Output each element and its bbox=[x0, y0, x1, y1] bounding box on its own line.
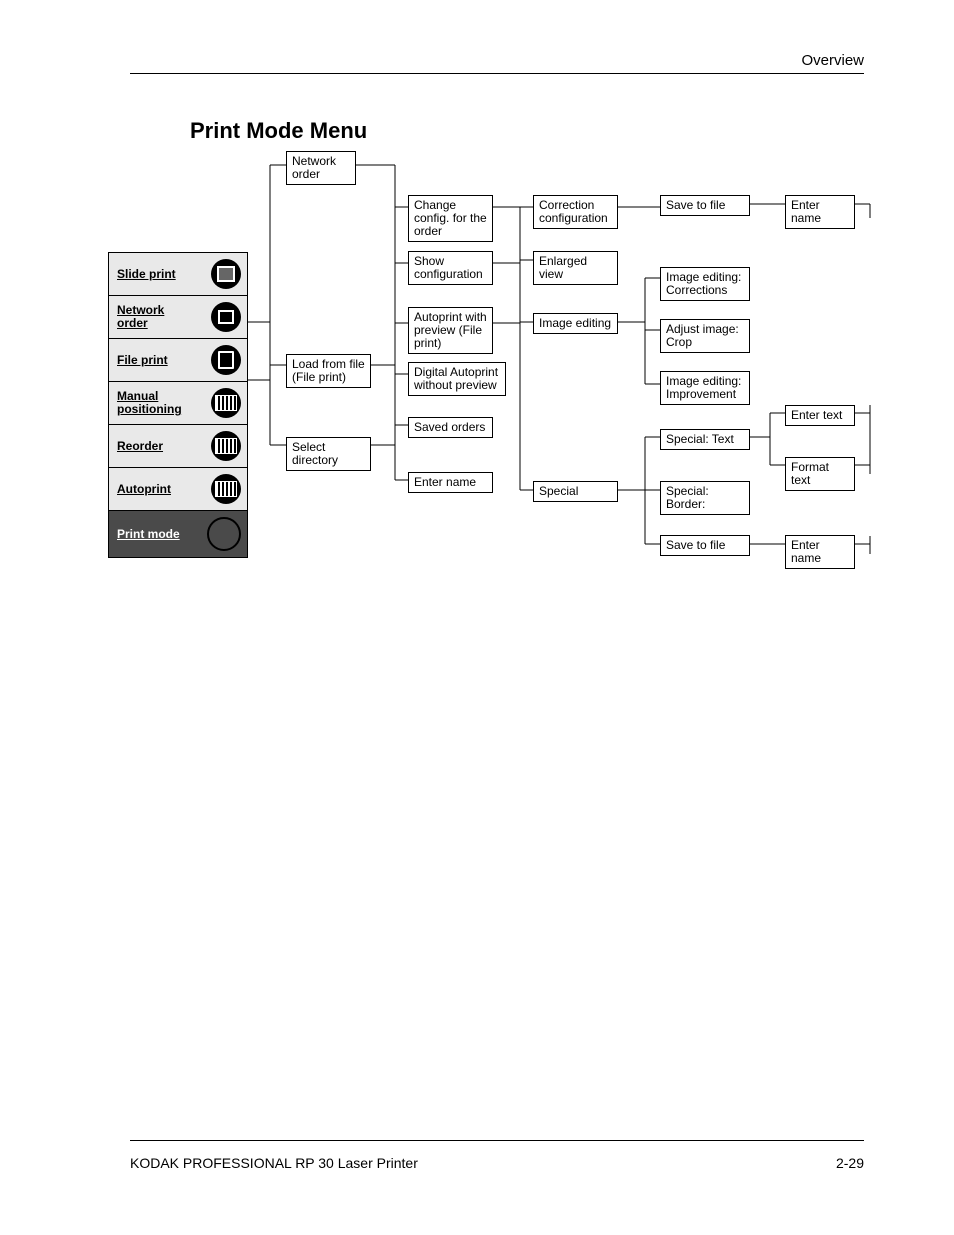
node-enter-name-1: Enter name bbox=[785, 195, 855, 229]
node-save-to-file-2: Save to file bbox=[660, 535, 750, 556]
node-digital-autoprint: Digital Autoprint without preview bbox=[408, 362, 506, 396]
sidebar-label: Network order bbox=[117, 304, 195, 330]
node-correction-config: Correction configuration bbox=[533, 195, 618, 229]
disk-icon bbox=[211, 345, 241, 375]
sidebar-label: Manual positioning bbox=[117, 390, 195, 416]
node-enter-text: Enter text bbox=[785, 405, 855, 426]
sidebar-item-slide-print[interactable]: Slide print bbox=[109, 253, 247, 296]
film-icon bbox=[211, 388, 241, 418]
footer-rule bbox=[130, 1140, 864, 1141]
node-format-text: Format text bbox=[785, 457, 855, 491]
node-image-editing-corrections: Image editing: Corrections bbox=[660, 267, 750, 301]
sidebar-item-network-order[interactable]: Network order bbox=[109, 296, 247, 339]
sidebar-label: Print mode bbox=[117, 528, 180, 541]
sidebar-item-manual-positioning[interactable]: Manual positioning bbox=[109, 382, 247, 425]
sidebar-label: Reorder bbox=[117, 440, 163, 453]
sidebar-item-file-print[interactable]: File print bbox=[109, 339, 247, 382]
page-title: Print Mode Menu bbox=[190, 118, 367, 144]
node-special: Special bbox=[533, 481, 618, 502]
node-special-text: Special: Text bbox=[660, 429, 750, 450]
header-rule bbox=[130, 73, 864, 74]
sidebar-label: Slide print bbox=[117, 268, 176, 281]
sidebar-label: File print bbox=[117, 354, 168, 367]
node-load-from-file: Load from file (File print) bbox=[286, 354, 371, 388]
node-change-config: Change config. for the order bbox=[408, 195, 493, 242]
node-network-order: Network order bbox=[286, 151, 356, 185]
node-saved-orders: Saved orders bbox=[408, 417, 493, 438]
footer-left: KODAK PROFESSIONAL RP 30 Laser Printer bbox=[130, 1155, 418, 1171]
computer-icon bbox=[211, 302, 241, 332]
node-special-border: Special: Border: bbox=[660, 481, 750, 515]
node-image-editing-improvement: Image editing: Improvement bbox=[660, 371, 750, 405]
sidebar-item-autoprint[interactable]: Autoprint bbox=[109, 468, 247, 511]
sidebar-label: Autoprint bbox=[117, 483, 171, 496]
document-page: Overview Print Mode Menu Slide print Net… bbox=[0, 0, 954, 1235]
node-autoprint-preview: Autoprint with preview (File print) bbox=[408, 307, 493, 354]
sidebar-item-print-mode[interactable]: Print mode bbox=[109, 511, 247, 557]
sidebar-item-reorder[interactable]: Reorder bbox=[109, 425, 247, 468]
node-select-directory: Select directory bbox=[286, 437, 371, 471]
footer-right: 2-29 bbox=[836, 1155, 864, 1171]
node-adjust-image-crop: Adjust image: Crop bbox=[660, 319, 750, 353]
sidebar-panel: Slide print Network order File print Man… bbox=[108, 252, 248, 558]
monitor-icon bbox=[211, 259, 241, 289]
node-image-editing: Image editing bbox=[533, 313, 618, 334]
running-header: Overview bbox=[801, 52, 864, 69]
node-save-to-file: Save to file bbox=[660, 195, 750, 216]
node-enlarged-view: Enlarged view bbox=[533, 251, 618, 285]
node-show-config: Show configuration bbox=[408, 251, 493, 285]
film-icon bbox=[211, 474, 241, 504]
node-enter-name: Enter name bbox=[408, 472, 493, 493]
film-x-icon bbox=[211, 431, 241, 461]
node-enter-name-2: Enter name bbox=[785, 535, 855, 569]
circle-icon bbox=[207, 517, 241, 551]
